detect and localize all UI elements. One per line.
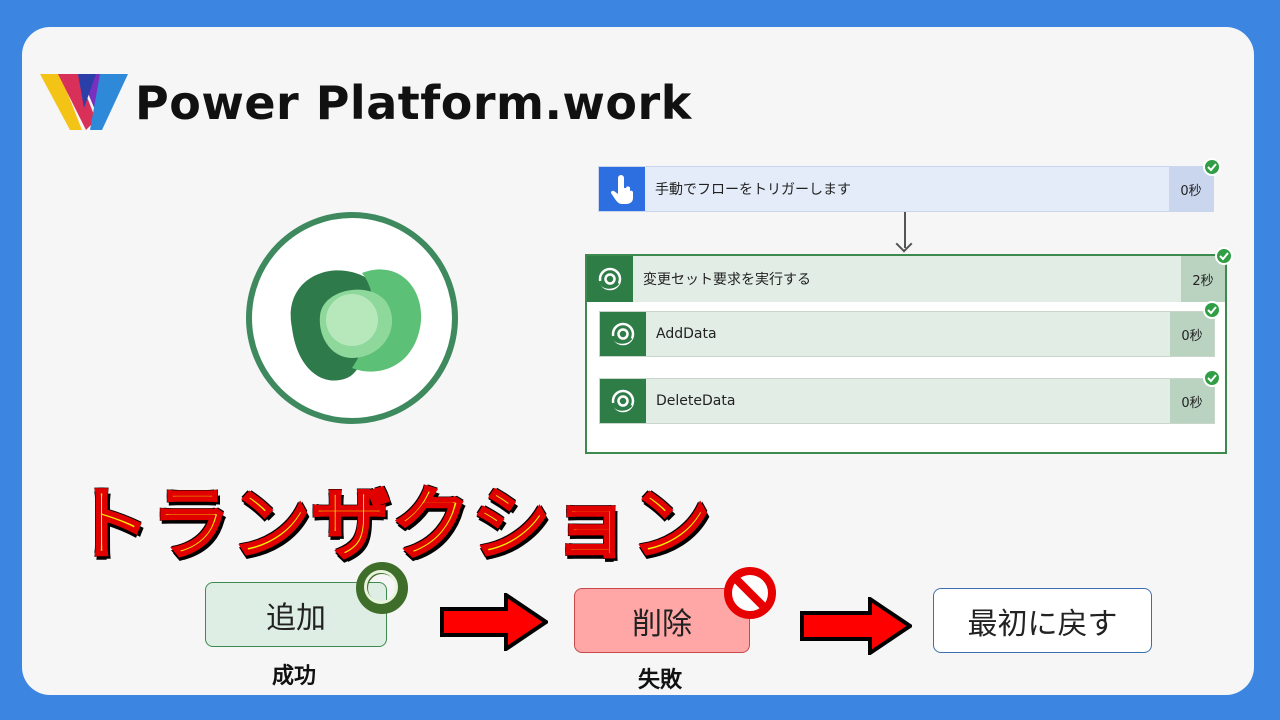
success-check-icon — [1203, 158, 1221, 176]
action-delete-data[interactable]: DeleteData 0秒 — [599, 378, 1215, 424]
flow-trigger-step[interactable]: 手動でフローをトリガーします 0秒 — [598, 166, 1214, 212]
arrow-down-icon — [904, 212, 906, 248]
scope-header[interactable]: 変更セット要求を実行する 2秒 — [587, 256, 1225, 302]
success-check-icon — [1215, 247, 1233, 265]
touch-icon — [599, 167, 645, 211]
failure-caption: 失敗 — [638, 668, 683, 693]
success-check-icon — [1203, 369, 1221, 387]
changeset-scope[interactable]: 変更セット要求を実行する 2秒 AddData 0秒 DeleteData 0秒 — [585, 254, 1227, 454]
success-circle-icon — [356, 562, 408, 614]
dataverse-icon — [600, 379, 646, 423]
success-check-icon — [1203, 301, 1221, 319]
step-label: DeleteData — [646, 379, 1170, 423]
success-caption: 成功 — [272, 664, 317, 689]
step-label: 手動でフローをトリガーします — [645, 167, 1169, 211]
arrow-right-icon — [440, 593, 548, 651]
brand-title: Power Platform.work — [135, 76, 692, 130]
step-duration: 0秒 — [1170, 312, 1214, 356]
reset-box: 最初に戻す — [933, 588, 1152, 653]
step-label: AddData — [646, 312, 1170, 356]
prohibited-icon — [724, 567, 776, 619]
dataverse-icon — [290, 269, 422, 381]
dataverse-logo — [246, 212, 458, 424]
transaction-title: トランザクション — [70, 479, 713, 572]
step-label: 変更セット要求を実行する — [633, 256, 1181, 302]
action-add-data[interactable]: AddData 0秒 — [599, 311, 1215, 357]
power-platform-logo-icon — [40, 74, 128, 130]
dataverse-icon — [587, 256, 633, 302]
dataverse-icon — [600, 312, 646, 356]
arrow-right-icon — [800, 597, 912, 655]
